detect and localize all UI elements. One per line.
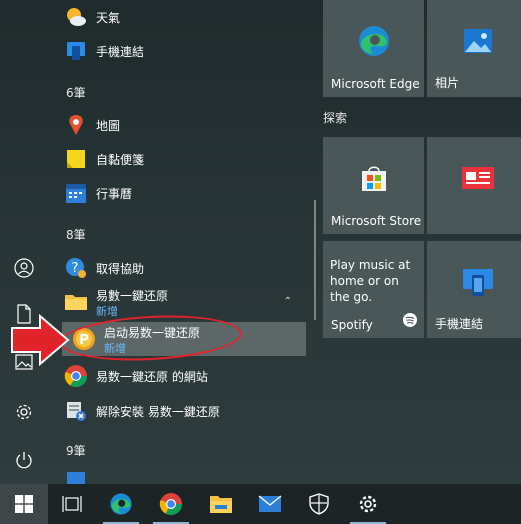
power-button[interactable]: [4, 442, 44, 478]
weather-icon: [64, 5, 88, 29]
folder-label: 易數一鍵还原: [96, 289, 169, 303]
news-icon: [461, 166, 495, 194]
sticky-note-icon: [64, 147, 88, 171]
list-item-get-help[interactable]: ? 取得協助: [48, 251, 306, 285]
list-item-label: 手機連結: [96, 45, 145, 59]
help-icon: ?: [64, 256, 88, 280]
edge-icon: [110, 493, 132, 515]
arrow-annotation-icon: [11, 314, 70, 366]
new-badge: 新增: [96, 305, 118, 318]
task-view-icon: [62, 496, 82, 512]
taskbar-file-explorer[interactable]: [197, 484, 245, 524]
tile-phone-link[interactable]: 手機連結: [427, 241, 521, 338]
calculator-icon: [64, 469, 88, 484]
gear-icon: [16, 404, 32, 420]
file-explorer-icon: [210, 496, 232, 513]
list-item-maps[interactable]: 地圖: [48, 108, 306, 142]
store-icon: [359, 163, 389, 197]
settings-rail-button[interactable]: [4, 394, 44, 430]
list-item-label: 天氣: [96, 11, 121, 25]
taskbar-chrome[interactable]: [147, 484, 195, 524]
task-view-button[interactable]: [48, 484, 96, 524]
app-list: 天氣 手機連結 6筆 地圖 自黏便箋 行事曆 8筆 ? 取得協助 易數一鍵还原 …: [48, 0, 316, 484]
list-item-calendar[interactable]: 行事曆: [48, 176, 306, 210]
map-pin-icon: [64, 113, 88, 137]
list-item-uninstall[interactable]: 解除安裝 易数一鍵还原: [48, 394, 306, 428]
group-header-8[interactable]: 8筆: [66, 226, 86, 243]
shield-icon: [309, 493, 329, 515]
spotify-icon: [403, 312, 417, 331]
list-item-partial[interactable]: [48, 464, 306, 484]
tile-photos[interactable]: 相片: [427, 0, 521, 97]
svg-text:?: ?: [72, 261, 79, 276]
taskbar: [0, 484, 521, 524]
taskbar-mail[interactable]: [246, 484, 294, 524]
chrome-icon: [159, 493, 182, 515]
tile-label: 手機連結: [435, 317, 484, 331]
folder-icon: [64, 290, 88, 314]
list-item-label: 行事曆: [96, 187, 133, 201]
windows-logo-icon: [15, 495, 33, 513]
tile-label: Spotify: [331, 318, 373, 332]
spotify-promo-text: Play music at home or on the go.: [330, 258, 411, 304]
taskbar-security[interactable]: [295, 484, 343, 524]
tile-edge[interactable]: Microsoft Edge: [323, 0, 424, 97]
list-item-phone-link[interactable]: 手機連結: [48, 34, 306, 68]
user-account-button[interactable]: [4, 250, 44, 286]
taskbar-settings[interactable]: [344, 484, 392, 524]
group-header-6[interactable]: 6筆: [66, 84, 86, 101]
tile-news[interactable]: [427, 137, 521, 234]
start-left-rail: [0, 0, 48, 484]
tile-spotify[interactable]: Play music at home or on the go. Spotify: [323, 241, 424, 338]
tile-store[interactable]: Microsoft Store: [323, 137, 424, 234]
calendar-icon: [64, 181, 88, 205]
chrome-icon: [64, 364, 88, 388]
taskbar-edge[interactable]: [97, 484, 145, 524]
tile-label: Microsoft Store: [331, 214, 422, 228]
list-item-label: 自黏便箋: [96, 153, 145, 167]
uninstall-icon: [64, 399, 88, 423]
list-item-label: 取得協助: [96, 262, 145, 276]
list-item-website[interactable]: 易数一鍵还原 的網站: [48, 359, 306, 393]
scrollbar[interactable]: [314, 200, 316, 320]
chevron-up-icon: ⌃: [283, 296, 292, 307]
folder-item[interactable]: 易數一鍵还原 新增 ⌃: [48, 285, 306, 319]
photos-icon: [463, 28, 493, 58]
tile-group-header[interactable]: 探索: [323, 109, 347, 126]
phone-link-icon: [461, 267, 495, 301]
list-item-sticky-notes[interactable]: 自黏便箋: [48, 142, 306, 176]
list-item-label: 解除安裝 易数一鍵还原: [96, 405, 220, 419]
tile-area: Microsoft Edge 相片 探索 Microsoft Store Pla…: [323, 0, 521, 484]
group-header-9[interactable]: 9筆: [66, 442, 86, 459]
list-item-weather[interactable]: 天氣: [48, 0, 306, 34]
edge-icon: [357, 24, 391, 62]
list-item-label: 易数一鍵还原 的網站: [96, 370, 208, 384]
mail-icon: [258, 495, 282, 512]
tile-label: 相片: [435, 76, 460, 90]
power-icon: [16, 452, 32, 469]
start-button[interactable]: [0, 484, 48, 524]
gear-icon: [359, 495, 377, 513]
phone-link-icon: [64, 39, 88, 63]
user-icon: [14, 258, 34, 278]
tile-label: Microsoft Edge: [331, 77, 420, 91]
list-item-label: 地圖: [96, 119, 121, 133]
